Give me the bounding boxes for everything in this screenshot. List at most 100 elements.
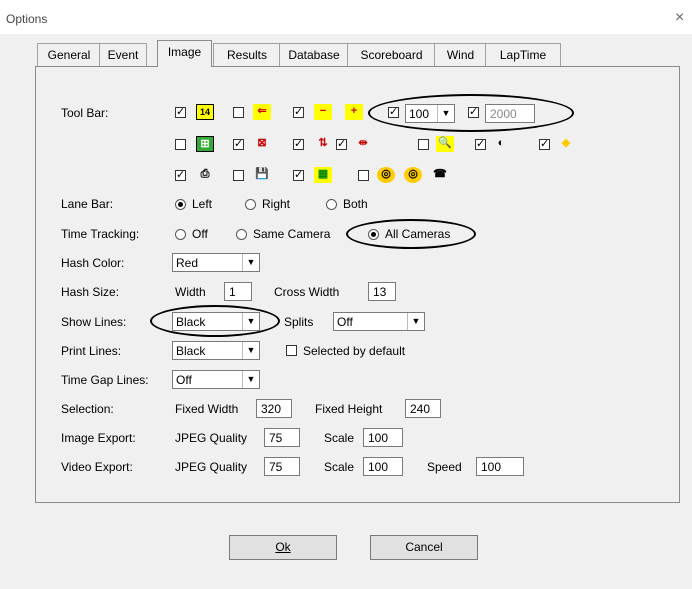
toolbar-check-3[interactable]: ✓ (293, 107, 304, 118)
fixed-height-label: Fixed Height (315, 402, 383, 416)
tool-bar-label: Tool Bar: (61, 106, 109, 120)
diamond-icon: ◆ (561, 137, 571, 149)
selected-default-checkbox[interactable] (286, 345, 297, 356)
splits-label: Splits (284, 315, 314, 329)
lane-bar-label: Lane Bar: (61, 197, 114, 211)
lane-right-label: Right (262, 197, 291, 211)
tab-image[interactable]: Image (157, 40, 212, 67)
selection-label: Selection: (61, 402, 114, 416)
toolbar-check-12[interactable] (233, 170, 244, 181)
video-export-label: Video Export: (61, 460, 133, 474)
table-icon: ▦ (314, 167, 332, 183)
hash-width-field[interactable]: 1 (224, 282, 252, 301)
plus-icon: + (345, 104, 363, 120)
image-scale-label: Scale (324, 431, 355, 445)
annotation-ellipse-toolbar (368, 94, 574, 132)
annotation-ellipse-showlines (150, 305, 280, 337)
toolbar-check-2[interactable] (233, 107, 244, 118)
hash-color-label: Hash Color: (61, 256, 125, 270)
chevron-down-icon: ▼ (242, 342, 259, 359)
target-icon: ◎ (377, 167, 395, 183)
ok-button[interactable]: Ok (229, 535, 337, 560)
splits-select[interactable]: Off ▼ (333, 312, 425, 331)
contrast-icon: ◐ (497, 137, 505, 149)
splits-value: Off (337, 315, 353, 329)
fixed-height-field[interactable]: 240 (405, 399, 441, 418)
minus-icon: − (314, 104, 332, 120)
tab-database[interactable]: Database (279, 43, 349, 66)
video-speed-field[interactable]: 100 (476, 457, 524, 476)
tracking-same-label: Same Camera (253, 227, 331, 241)
video-scale-field[interactable]: 100 (363, 457, 403, 476)
grid-icon: ⊞ (196, 136, 214, 152)
time-gap-select[interactable]: Off ▼ (172, 370, 260, 389)
toolbar-check-13[interactable]: ✓ (293, 170, 304, 181)
cross-width-field[interactable]: 13 (368, 282, 396, 301)
cross-width-label: Cross Width (274, 285, 340, 299)
tracking-off-radio[interactable] (175, 229, 186, 240)
tracking-same-radio[interactable] (236, 229, 247, 240)
toolbar-check-11[interactable]: ✓ (175, 170, 186, 181)
tab-laptime[interactable]: LapTime (485, 43, 561, 66)
annotation-ellipse-tracking (346, 219, 476, 249)
close-icon[interactable]: × (675, 9, 684, 27)
show-lines-label: Show Lines: (61, 315, 127, 329)
target-alt-icon: ◎ (404, 167, 422, 183)
hash-width-label: Width (175, 285, 206, 299)
selected-default-label: Selected by default (303, 344, 406, 358)
tracking-off-label: Off (192, 227, 208, 241)
toolbar-check-1[interactable]: ✓ (175, 107, 186, 118)
video-quality-label: JPEG Quality (175, 460, 248, 474)
toolbar-check-10[interactable]: ✓ (539, 139, 550, 150)
video-scale-label: Scale (324, 460, 355, 474)
image-scale-field[interactable]: 100 (363, 428, 403, 447)
tab-scoreboard[interactable]: Scoreboard (347, 43, 436, 66)
fixed-width-label: Fixed Width (175, 402, 239, 416)
chevron-down-icon: ▼ (242, 371, 259, 388)
toolbar-check-14[interactable] (358, 170, 369, 181)
swap-icon: ⇅ (318, 137, 328, 149)
window-title: Options (6, 12, 48, 26)
fixed-width-field[interactable]: 320 (256, 399, 292, 418)
printer-icon: ⎙ (200, 168, 210, 180)
hash-color-value: Red (176, 256, 199, 270)
chevron-down-icon: ▼ (242, 254, 259, 271)
tab-wind[interactable]: Wind (434, 43, 487, 66)
image-quality-field[interactable]: 75 (264, 428, 300, 447)
toolbar-check-8[interactable] (418, 139, 429, 150)
print-lines-select[interactable]: Black ▼ (172, 341, 260, 360)
lane-left-label: Left (192, 197, 213, 211)
print-lines-label: Print Lines: (61, 344, 122, 358)
toolbar-check-7[interactable]: ✓ (336, 139, 347, 150)
delete-icon: ⊠ (257, 137, 267, 149)
toolbar-check-6[interactable]: ✓ (293, 139, 304, 150)
camera-icon: ☎ (433, 168, 447, 180)
magnifier-icon: 🔍 (436, 136, 454, 152)
tab-general[interactable]: General (37, 43, 101, 66)
lane-left-radio[interactable] (175, 199, 186, 210)
video-quality-field[interactable]: 75 (264, 457, 300, 476)
image-quality-label: JPEG Quality (175, 431, 248, 445)
time-gap-value: Off (176, 373, 192, 387)
hash-color-select[interactable]: Red ▼ (172, 253, 260, 272)
lane-both-radio[interactable] (326, 199, 337, 210)
tab-results[interactable]: Results (213, 43, 281, 66)
toolbar-check-5[interactable]: ✓ (233, 139, 244, 150)
time-tracking-label: Time Tracking: (61, 227, 140, 241)
print-lines-value: Black (176, 344, 206, 358)
video-speed-label: Speed (427, 460, 462, 474)
save-icon: 💾 (255, 168, 269, 180)
calendar-icon: 14 (196, 104, 214, 120)
image-export-label: Image Export: (61, 431, 136, 445)
lane-right-radio[interactable] (245, 199, 256, 210)
time-gap-lines-label: Time Gap Lines: (61, 373, 149, 387)
arrow-left-icon: ⇐ (253, 104, 271, 120)
toolbar-check-9[interactable]: ✓ (475, 139, 486, 150)
cancel-button[interactable]: Cancel (370, 535, 478, 560)
toolbar-check-4[interactable] (175, 139, 186, 150)
chevron-down-icon: ▼ (407, 313, 424, 330)
hash-size-label: Hash Size: (61, 285, 120, 299)
title-bar (0, 0, 692, 34)
tab-event[interactable]: Event (99, 43, 147, 66)
fit-width-icon: ⇹ (358, 137, 368, 149)
